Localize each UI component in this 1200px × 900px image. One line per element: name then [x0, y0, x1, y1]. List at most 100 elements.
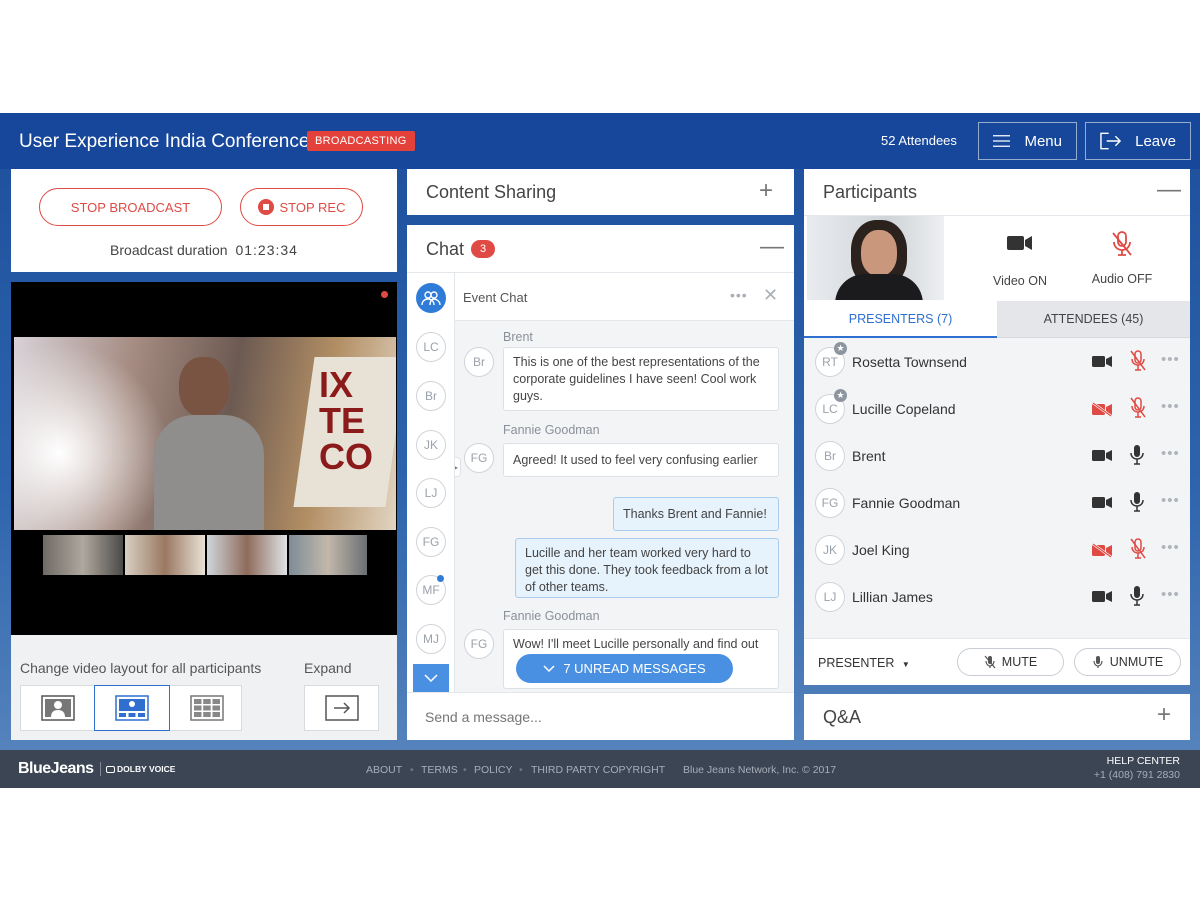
- participants-panel: Participants — Video ON Audio OFF PRESEN…: [804, 169, 1190, 685]
- main-speaker-video[interactable]: IX TE CO: [14, 337, 396, 530]
- video-off-icon[interactable]: [1092, 542, 1112, 563]
- tab-presenters[interactable]: PRESENTERS (7): [804, 301, 997, 338]
- add-content-button[interactable]: +: [759, 179, 773, 203]
- tab-attendees[interactable]: ATTENDEES (45): [997, 301, 1190, 338]
- help-phone: +1 (408) 791 2830: [1093, 769, 1180, 781]
- broadcasting-badge: BROADCASTING: [307, 131, 415, 151]
- mic-muted-icon[interactable]: [1130, 350, 1146, 377]
- attendee-count: 52 Attendees: [881, 133, 957, 148]
- participant-row[interactable]: FG Fannie Goodman •••: [804, 479, 1190, 526]
- video-off-icon[interactable]: [1092, 401, 1112, 422]
- role-select[interactable]: PRESENTER ▼: [818, 656, 910, 670]
- mic-icon[interactable]: [1130, 585, 1144, 612]
- message-avatar: FG: [464, 443, 494, 473]
- menu-button[interactable]: Menu: [978, 122, 1077, 160]
- unread-messages-button[interactable]: 7 UNREAD MESSAGES: [516, 654, 733, 683]
- duration-value: 01:23:34: [235, 242, 298, 258]
- participant-row[interactable]: LJ Lillian James •••: [804, 573, 1190, 620]
- message-input-area: [407, 692, 794, 740]
- more-options-button[interactable]: •••: [730, 287, 748, 303]
- message-sender: Fannie Goodman: [503, 423, 600, 437]
- chat-contact-br[interactable]: Br: [416, 381, 446, 411]
- participant-row[interactable]: JK Joel King •••: [804, 526, 1190, 573]
- mic-muted-icon[interactable]: [1130, 538, 1146, 565]
- layout-grid-button[interactable]: [170, 686, 243, 730]
- expand-button[interactable]: [304, 685, 379, 731]
- message-sender: Brent: [503, 330, 533, 344]
- participant-more-button[interactable]: •••: [1161, 492, 1180, 509]
- unmute-all-button[interactable]: UNMUTE: [1074, 648, 1181, 676]
- chat-contact-lj[interactable]: LJ: [416, 478, 446, 508]
- video-toggle-button[interactable]: Video ON: [984, 235, 1056, 288]
- broadcast-duration: Broadcast duration 01:23:34: [11, 242, 397, 258]
- chat-unread-badge: 3: [471, 240, 495, 258]
- footer-link-policy[interactable]: POLICY: [474, 764, 513, 776]
- participant-more-button[interactable]: •••: [1161, 586, 1180, 603]
- mic-muted-icon: [984, 655, 996, 669]
- mute-all-button[interactable]: MUTE: [957, 648, 1064, 676]
- participant-row[interactable]: LC ★ Lucille Copeland •••: [804, 385, 1190, 432]
- mic-muted-icon[interactable]: [1130, 397, 1146, 424]
- chat-contact-fg[interactable]: FG: [416, 527, 446, 557]
- participant-more-button[interactable]: •••: [1161, 351, 1180, 368]
- video-camera-icon[interactable]: [1092, 355, 1112, 373]
- close-chat-button[interactable]: ✕: [763, 285, 778, 306]
- help-center[interactable]: HELP CENTER +1 (408) 791 2830: [1094, 755, 1180, 781]
- duration-label: Broadcast duration: [110, 242, 228, 258]
- chat-message: Agreed! It used to feel very confusing e…: [503, 443, 779, 477]
- mic-icon[interactable]: [1130, 444, 1144, 471]
- video-camera-icon[interactable]: [1092, 496, 1112, 514]
- more-icon: •••: [730, 287, 748, 303]
- recording-indicator: [381, 291, 388, 298]
- layout-panel: Change video layout for all participants…: [11, 635, 397, 740]
- collapse-participants-button[interactable]: —: [1157, 178, 1181, 202]
- event-chat-tab[interactable]: [416, 283, 446, 313]
- stop-rec-button[interactable]: STOP REC: [240, 188, 363, 226]
- scroll-down-button[interactable]: [413, 664, 449, 692]
- participant-actions: PRESENTER ▼ MUTE UNMUTE: [804, 638, 1190, 685]
- participant-more-button[interactable]: •••: [1161, 445, 1180, 462]
- collapse-chat-button[interactable]: —: [760, 235, 784, 259]
- footer-link-about[interactable]: ABOUT: [366, 764, 402, 776]
- participants-header: Participants —: [804, 169, 1190, 216]
- expand-qa-button[interactable]: +: [1157, 703, 1171, 727]
- mic-icon[interactable]: [1130, 491, 1144, 518]
- chat-contact-jk[interactable]: JK: [416, 430, 446, 460]
- audio-toggle-button[interactable]: Audio OFF: [1086, 231, 1158, 286]
- video-camera-icon[interactable]: [1092, 590, 1112, 608]
- rail-toggle[interactable]: ▸: [455, 457, 461, 477]
- chat-message-own: Thanks Brent and Fannie!: [613, 497, 779, 531]
- app-window: User Experience India Conference BROADCA…: [0, 113, 1200, 788]
- leave-button[interactable]: Leave: [1085, 122, 1191, 160]
- chevron-right-icon: ▸: [455, 462, 458, 472]
- layout-single-button[interactable]: [21, 686, 94, 730]
- chat-contact-lc[interactable]: LC: [416, 332, 446, 362]
- participant-more-button[interactable]: •••: [1161, 398, 1180, 415]
- participants-title: Participants: [823, 182, 918, 202]
- chat-message-own: Lucille and her team worked very hard to…: [515, 538, 779, 598]
- video-status-label: Video ON: [993, 274, 1047, 288]
- thumbnail-video-2[interactable]: [125, 535, 205, 575]
- stop-broadcast-button[interactable]: STOP BROADCAST: [39, 188, 222, 226]
- chat-header: Chat 3 —: [407, 225, 794, 273]
- chat-contact-mj[interactable]: MJ: [416, 624, 446, 654]
- thumbnail-video-4[interactable]: [289, 535, 367, 575]
- message-input[interactable]: [425, 707, 775, 727]
- layout-speaker-thumbs-button[interactable]: [94, 685, 170, 731]
- video-stage: IX TE CO: [11, 282, 397, 635]
- footer-link-terms[interactable]: TERMS: [421, 764, 458, 776]
- participant-more-button[interactable]: •••: [1161, 539, 1180, 556]
- participant-row[interactable]: RT ★ Rosetta Townsend •••: [804, 338, 1190, 385]
- channel-name: Event Chat: [463, 290, 528, 305]
- thumbnail-video-1[interactable]: [43, 535, 123, 575]
- broadcast-panel: STOP BROADCAST STOP REC Broadcast durati…: [11, 169, 397, 272]
- participant-row[interactable]: Br Brent •••: [804, 432, 1190, 479]
- speaker-thumbnails-icon: [115, 695, 149, 721]
- thumbnail-video-3[interactable]: [207, 535, 287, 575]
- video-camera-icon[interactable]: [1092, 449, 1112, 467]
- self-video-preview[interactable]: [807, 216, 944, 300]
- mute-label: MUTE: [1001, 655, 1038, 669]
- plus-icon: +: [1157, 701, 1172, 728]
- footer-link-copyright[interactable]: THIRD PARTY COPYRIGHT: [531, 764, 665, 776]
- hamburger-icon: [993, 135, 1011, 147]
